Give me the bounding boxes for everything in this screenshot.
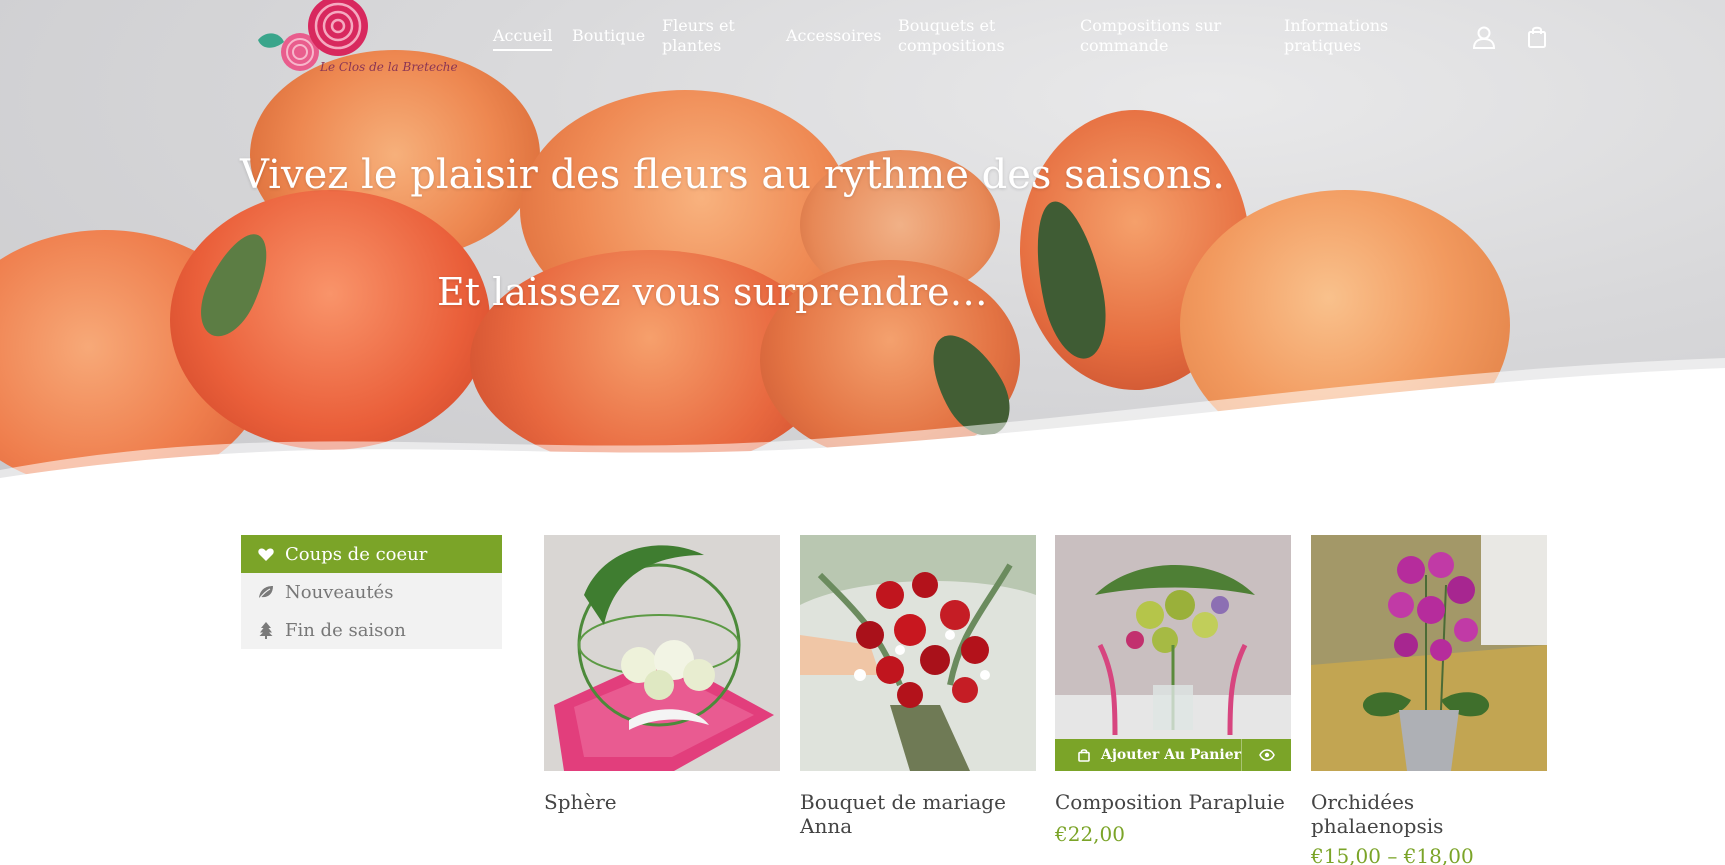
nav-item-accessoires[interactable]: Accessoires bbox=[786, 26, 881, 46]
nav-item-accueil[interactable]: Accueil bbox=[493, 26, 553, 51]
account-icon[interactable] bbox=[1471, 24, 1497, 50]
heart-icon bbox=[257, 545, 275, 563]
shopping-bag-icon[interactable] bbox=[1524, 24, 1550, 50]
quick-view-button[interactable] bbox=[1241, 739, 1291, 771]
product-name[interactable]: Orchidées phalaenopsis bbox=[1311, 790, 1551, 838]
tab-label: Nouveautés bbox=[285, 581, 394, 603]
site-logo[interactable]: Le Clos de la Breteche bbox=[250, 0, 458, 80]
product-name[interactable]: Bouquet de mariage Anna bbox=[800, 790, 1040, 838]
hero-wave-divider bbox=[0, 358, 1725, 485]
tab-nouveautes[interactable]: Nouveautés bbox=[241, 573, 502, 611]
product-filter-tabs: Coups de coeur Nouveautés Fin de saison bbox=[241, 535, 502, 649]
product-image[interactable] bbox=[544, 535, 780, 771]
product-image[interactable] bbox=[800, 535, 1036, 771]
add-to-cart-bar: Ajouter Au Panier bbox=[1055, 739, 1291, 771]
nav-item-boutique[interactable]: Boutique bbox=[572, 26, 645, 46]
add-to-cart-button[interactable]: Ajouter Au Panier bbox=[1055, 739, 1241, 771]
tree-icon bbox=[257, 621, 275, 639]
product-image[interactable] bbox=[1055, 535, 1291, 771]
product-price: €22,00 bbox=[1055, 822, 1125, 846]
nav-item-fleurs-et-plantes[interactable]: Fleurs et plantes bbox=[662, 16, 735, 56]
add-to-cart-label: Ajouter Au Panier bbox=[1101, 747, 1241, 763]
nav-item-bouquets-et-compositions[interactable]: Bouquets et compositions bbox=[898, 16, 1005, 56]
hero-subtitle: Et laissez vous surprendre… bbox=[437, 270, 988, 314]
tab-label: Fin de saison bbox=[285, 619, 406, 641]
product-name[interactable]: Composition Parapluie bbox=[1055, 790, 1295, 814]
product-name[interactable]: Sphère bbox=[544, 790, 784, 814]
leaf-icon bbox=[257, 583, 275, 601]
hero-title: Vivez le plaisir des fleurs au rythme de… bbox=[240, 152, 1225, 198]
product-image[interactable] bbox=[1311, 535, 1547, 771]
tab-coups-de-coeur[interactable]: Coups de coeur bbox=[241, 535, 502, 573]
shopping-bag-icon bbox=[1077, 748, 1091, 762]
tab-fin-de-saison[interactable]: Fin de saison bbox=[241, 611, 502, 649]
nav-item-compositions-sur-commande[interactable]: Compositions sur commande bbox=[1080, 16, 1221, 56]
nav-item-informations-pratiques[interactable]: Informations pratiques bbox=[1284, 16, 1388, 56]
logo-text: Le Clos de la Breteche bbox=[320, 60, 458, 74]
product-price: €15,00 – €18,00 bbox=[1311, 844, 1474, 865]
tab-label: Coups de coeur bbox=[285, 543, 428, 565]
eye-icon bbox=[1258, 746, 1275, 765]
